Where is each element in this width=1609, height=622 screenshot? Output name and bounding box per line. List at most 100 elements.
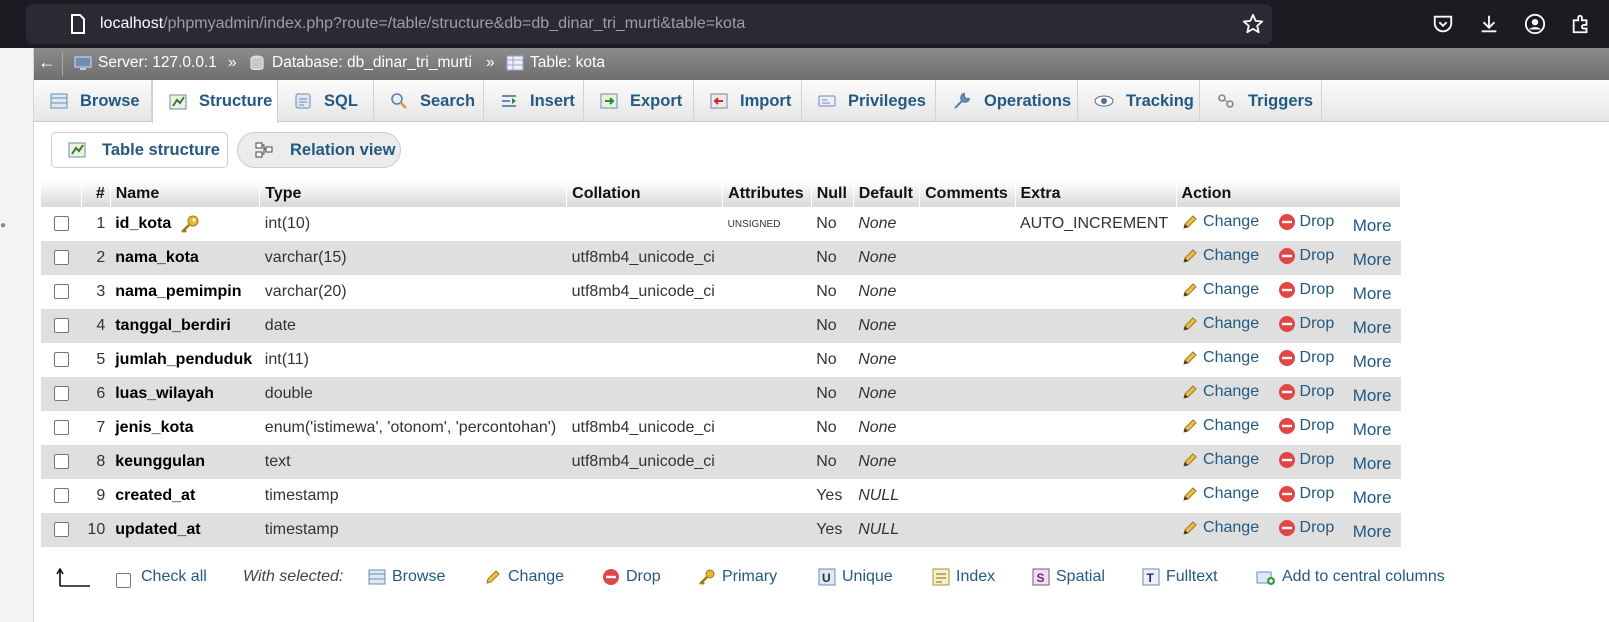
tab-sql[interactable]: SQL (278, 80, 374, 122)
bulk-index-button[interactable]: Index (932, 568, 995, 586)
bulk-spatial-button[interactable]: S Spatial (1032, 568, 1105, 586)
row-checkbox[interactable] (53, 284, 69, 300)
col-header-comments[interactable]: Comments (919, 181, 1016, 207)
row-checkbox[interactable] (53, 488, 69, 504)
change-button[interactable]: Change (1181, 485, 1259, 503)
column-name: id_kota (110, 207, 260, 241)
pencil-icon (1183, 418, 1197, 433)
collapse-handle-icon[interactable]: ● (0, 220, 6, 231)
change-button[interactable]: Change (1181, 213, 1259, 231)
subtab-table-structure[interactable]: Table structure (51, 132, 228, 168)
more-menu[interactable]: More (1353, 454, 1392, 473)
row-checkbox[interactable] (53, 454, 69, 470)
tab-tracking[interactable]: Tracking (1078, 80, 1200, 122)
bulk-primary-button[interactable]: Primary (698, 568, 777, 586)
change-button[interactable]: Change (1181, 417, 1259, 435)
more-menu[interactable]: More (1353, 522, 1392, 541)
tab-insert[interactable]: Insert (484, 80, 584, 122)
change-button[interactable]: Change (1181, 247, 1259, 265)
breadcrumb-server[interactable]: Server: 127.0.0.1 (74, 54, 217, 72)
spatial-icon: S (1032, 568, 1050, 586)
tab-export[interactable]: Export (584, 80, 694, 122)
account-icon[interactable] (1524, 12, 1546, 36)
breadcrumb-database[interactable]: Database: db_dinar_tri_murti (248, 54, 472, 72)
download-icon[interactable] (1478, 12, 1500, 36)
col-header-attributes[interactable]: Attributes (722, 181, 812, 207)
drop-button[interactable]: Drop (1278, 519, 1334, 537)
tab-search[interactable]: Search (374, 80, 484, 122)
col-header-type[interactable]: Type (259, 181, 568, 207)
row-number: 3 (81, 275, 111, 309)
drop-button[interactable]: Drop (1278, 213, 1334, 231)
more-menu[interactable]: More (1353, 420, 1392, 439)
more-menu[interactable]: More (1353, 386, 1392, 405)
more-menu[interactable]: More (1353, 250, 1392, 269)
change-button[interactable]: Change (1181, 315, 1259, 333)
breadcrumb-table[interactable]: Table: kota (506, 54, 605, 72)
extensions-icon[interactable] (1570, 12, 1592, 36)
drop-button[interactable]: Drop (1278, 247, 1334, 265)
bulk-unique-button[interactable]: U Unique (818, 568, 893, 586)
back-arrow-icon[interactable]: ← (38, 52, 56, 73)
structure-table: # Name Type Collation Attributes Null De… (41, 181, 1402, 547)
col-header-default[interactable]: Default (853, 181, 921, 207)
col-header-extra[interactable]: Extra (1015, 181, 1177, 207)
col-header-name[interactable]: Name (110, 181, 261, 207)
navigation-gutter[interactable]: ● (0, 48, 34, 622)
pocket-icon[interactable] (1432, 12, 1454, 36)
more-menu[interactable]: More (1353, 318, 1392, 337)
row-checkbox[interactable] (53, 420, 69, 436)
change-button[interactable]: Change (1181, 451, 1259, 469)
more-menu[interactable]: More (1353, 352, 1392, 371)
drop-button[interactable]: Drop (1278, 417, 1334, 435)
drop-button[interactable]: Drop (1278, 349, 1334, 367)
pencil-icon (1183, 452, 1197, 467)
row-checkbox[interactable] (53, 522, 69, 538)
row-checkbox[interactable] (53, 386, 69, 402)
subtab-relation-view[interactable]: Relation view (237, 132, 401, 168)
bulk-browse-button[interactable]: Browse (368, 568, 445, 586)
column-collation: utf8mb4_unicode_ci (566, 445, 723, 479)
change-button[interactable]: Change (1181, 383, 1259, 401)
tab-import[interactable]: Import (694, 80, 802, 122)
bulk-change-button[interactable]: Change (484, 568, 564, 586)
pencil-icon (1183, 486, 1197, 501)
tab-browse[interactable]: Browse (34, 80, 152, 122)
change-button[interactable]: Change (1181, 349, 1259, 367)
browse-icon (50, 93, 68, 109)
pencil-icon (1183, 214, 1197, 229)
drop-button[interactable]: Drop (1278, 485, 1334, 503)
tab-operations[interactable]: Operations (936, 80, 1078, 122)
drop-icon (1278, 349, 1295, 366)
url-text[interactable]: localhost/phpmyadmin/index.php?route=/ta… (100, 15, 745, 33)
bulk-add-central-columns-button[interactable]: Add to central columns (1256, 568, 1445, 586)
row-checkbox[interactable] (53, 352, 69, 368)
bulk-fulltext-button[interactable]: T Fulltext (1142, 568, 1218, 586)
drop-button[interactable]: Drop (1278, 383, 1334, 401)
row-checkbox[interactable] (53, 318, 69, 334)
bookmark-star-icon[interactable] (1242, 13, 1264, 35)
check-all-checkbox[interactable] (116, 573, 131, 588)
more-menu[interactable]: More (1353, 216, 1392, 235)
tab-privileges[interactable]: Privileges (802, 80, 936, 122)
drop-button[interactable]: Drop (1278, 315, 1334, 333)
drop-button[interactable]: Drop (1278, 281, 1334, 299)
url-bar[interactable]: localhost/phpmyadmin/index.php?route=/ta… (26, 4, 1272, 44)
col-header-collation[interactable]: Collation (566, 181, 724, 207)
bulk-drop-button[interactable]: Drop (602, 568, 661, 586)
change-button[interactable]: Change (1181, 519, 1259, 537)
more-menu[interactable]: More (1353, 284, 1392, 303)
col-header-null[interactable]: Null (811, 181, 854, 207)
tab-structure[interactable]: Structure (152, 80, 278, 123)
server-icon (74, 56, 92, 70)
change-button[interactable]: Change (1181, 281, 1259, 299)
row-checkbox[interactable] (53, 250, 69, 266)
drop-button[interactable]: Drop (1278, 451, 1334, 469)
column-null: No (811, 275, 854, 309)
row-checkbox[interactable] (53, 216, 69, 232)
check-all-label[interactable]: Check all (141, 568, 207, 586)
tab-triggers[interactable]: Triggers (1200, 80, 1322, 122)
table-row: 6 luas_wilayah double No None Change Dro… (41, 377, 1401, 411)
more-menu[interactable]: More (1353, 488, 1392, 507)
pencil-icon (1183, 520, 1197, 535)
